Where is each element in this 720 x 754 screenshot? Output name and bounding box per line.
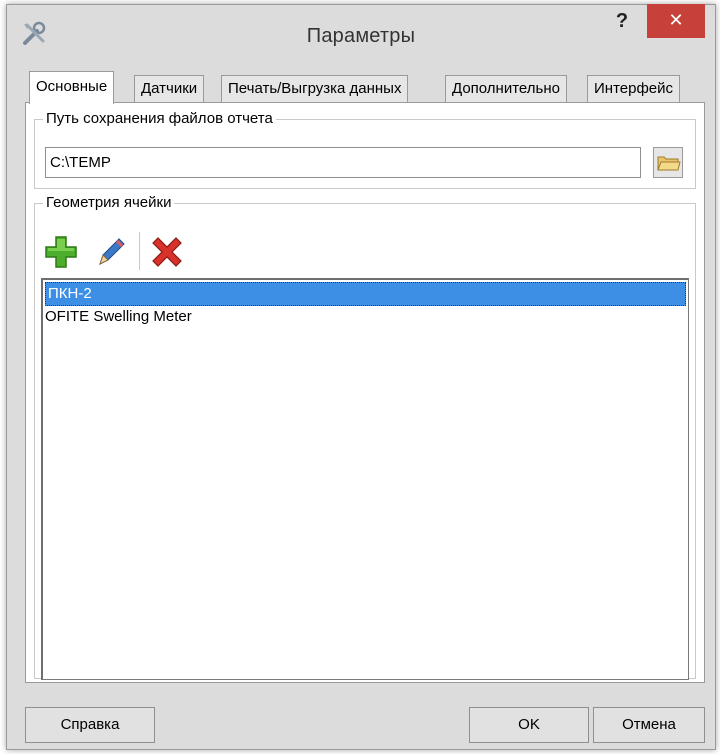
cell-geometry-group: Геометрия ячейки ПКН-2 OFITE Swelling Me…	[34, 194, 696, 680]
tab-sensors[interactable]: Датчики	[134, 75, 205, 103]
title-bar[interactable]: Параметры ? ✕	[7, 4, 715, 63]
tab-print-export[interactable]: Печать/Выгрузка данных	[221, 75, 409, 103]
pencil-icon[interactable]	[93, 234, 129, 270]
folder-icon[interactable]	[653, 147, 683, 178]
settings-dialog: Параметры ? ✕ Основные Датчики Печать/Вы…	[6, 4, 716, 750]
plus-icon[interactable]	[43, 234, 79, 270]
report-path-input[interactable]: C:\TEMP	[45, 147, 641, 178]
tab-advanced[interactable]: Дополнительно	[445, 75, 567, 103]
cancel-button[interactable]: Отмена	[593, 707, 705, 743]
tab-strip: Основные Датчики Печать/Выгрузка данных …	[25, 71, 705, 104]
ok-button[interactable]: OK	[469, 707, 589, 743]
cell-geometry-group-title: Геометрия ячейки	[43, 194, 175, 211]
tab-interface[interactable]: Интерфейс	[587, 75, 681, 103]
help-button[interactable]: Справка	[25, 707, 155, 743]
toolbar-separator	[139, 232, 140, 270]
close-icon: ✕	[668, 10, 684, 30]
report-path-group-title: Путь сохранения файлов отчета	[43, 110, 276, 127]
list-item[interactable]: OFITE Swelling Meter	[43, 306, 688, 330]
close-button[interactable]: ✕	[647, 4, 705, 38]
tab-main[interactable]: Основные	[29, 71, 115, 104]
cell-geometry-list[interactable]: ПКН-2 OFITE Swelling Meter	[41, 278, 689, 680]
report-path-group: Путь сохранения файлов отчета C:\TEMP	[34, 110, 696, 189]
tab-panel-main: Путь сохранения файлов отчета C:\TEMP Ге…	[25, 102, 705, 683]
help-title-button[interactable]: ?	[607, 5, 637, 39]
list-item[interactable]: ПКН-2	[45, 282, 686, 306]
delete-x-icon[interactable]	[149, 234, 185, 270]
